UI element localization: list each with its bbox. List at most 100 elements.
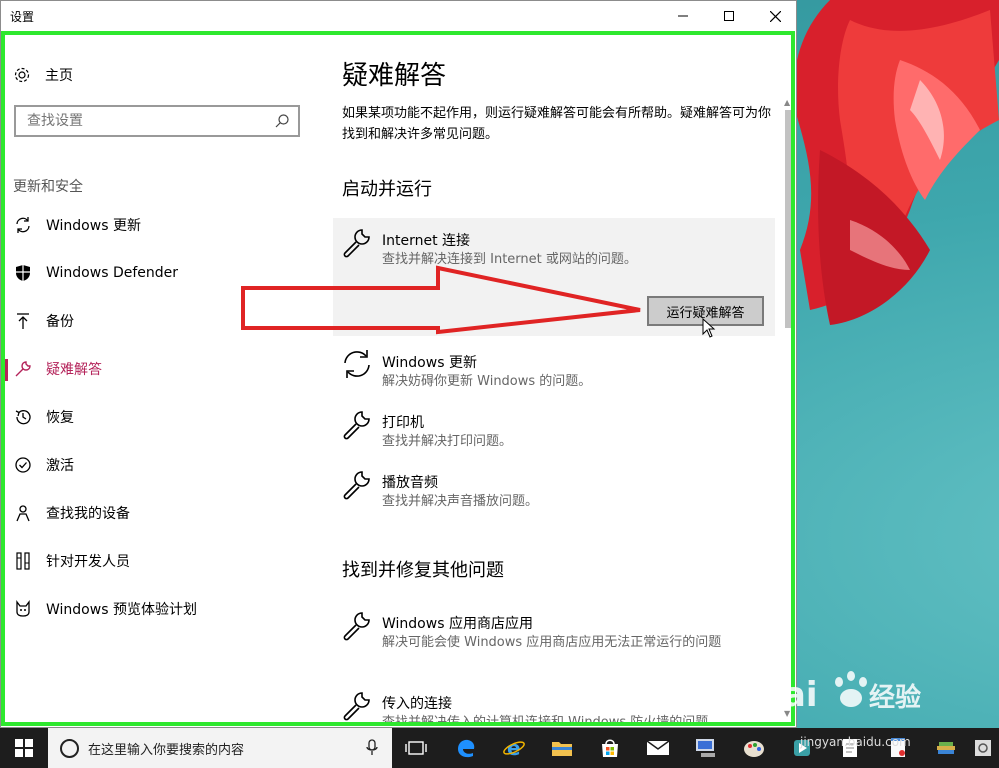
sidebar-item-activation[interactable]: 激活 [1,445,321,485]
check-circle-icon [13,455,33,475]
troubleshooter-desc: 解决可能会使 Windows 应用商店应用无法正常运行的问题 [382,635,722,650]
home-label: 主页 [45,68,73,84]
scroll-up-arrow-icon[interactable]: ▲ [784,98,790,107]
page-description: 如果某项功能不起作用，则运行疑难解答可能会有所帮助。疑难解答可为你找到和解决许多… [342,106,772,142]
sidebar-item-recovery[interactable]: 恢复 [1,397,321,437]
title-bar: 设置 [1,1,796,31]
sidebar-item-label: 查找我的设备 [46,506,130,522]
troubleshooter-store-apps[interactable]: Windows 应用商店应用 解决可能会使 Windows 应用商店应用无法正常… [333,601,775,679]
settings-app-icon [974,740,991,756]
section-title-get-up-and-running: 启动并运行 [342,179,432,200]
sidebar-item-label: 激活 [46,458,74,474]
troubleshooter-name: 播放音频 [382,475,438,491]
taskbar-file-explorer-button[interactable] [538,728,586,768]
taskbar-search-placeholder: 在这里输入你要搜索的内容 [88,742,245,758]
books-icon [937,742,955,754]
paint-palette-icon [744,741,764,757]
task-view-button[interactable] [392,728,440,768]
scrollbar-thumb[interactable] [785,110,791,328]
start-button[interactable] [0,728,48,768]
sidebar-item-label: Windows 预览体验计划 [46,602,197,618]
svg-text:Bai: Bai [757,675,818,715]
wrench-icon [13,359,33,379]
minimize-icon [678,15,688,17]
sidebar-item-label: Windows Defender [46,265,179,281]
taskbar-app-2-button[interactable] [730,728,778,768]
sidebar-item-label: Windows 更新 [46,218,141,234]
flower-wallpaper [793,0,999,325]
taskbar-ie-button[interactable]: e [490,728,538,768]
active-indicator [5,359,8,381]
home-link[interactable]: 主页 [13,65,73,85]
sidebar-item-label: 针对开发人员 [46,554,130,570]
sidebar: 主页 更新和安全 Windows 更新 Windows Defender [1,35,321,725]
history-icon [13,407,33,427]
settings-search-input[interactable] [25,107,269,135]
wrench-icon [343,612,370,641]
sidebar-item-find-my-device[interactable]: 查找我的设备 [1,493,321,533]
taskbar-app-1-button[interactable] [682,728,730,768]
troubleshooter-incoming-connections[interactable]: 传入的连接 查找并解决传入的计算机连接和 Windows 防火墙的问题。 [333,681,775,725]
wrench-icon [343,692,370,721]
cortana-icon [60,738,79,758]
wrench-icon [343,229,370,258]
troubleshooter-printer[interactable]: 打印机 查找并解决打印问题。 [333,400,775,456]
taskbar-edge-button[interactable] [442,728,490,768]
main-content: 疑难解答 如果某项功能不起作用，则运行疑难解答可能会有所帮助。疑难解答可为你找到… [321,35,781,725]
shield-icon [13,263,33,283]
content-scrollbar[interactable]: ▲ ▼ [781,96,795,726]
edge-browser-icon [458,739,475,758]
microphone-icon[interactable] [366,739,378,757]
minimize-button[interactable] [660,1,706,31]
close-icon [769,10,781,22]
taskbar-app-7-button[interactable] [966,728,999,768]
windows-logo-icon [15,739,33,757]
close-button[interactable] [752,1,798,31]
store-bag-icon [602,739,618,757]
troubleshooter-name: Internet 连接 [382,233,471,249]
troubleshooter-playing-audio[interactable]: 播放音频 查找并解决声音播放问题。 [333,460,775,516]
refresh-icon [13,215,33,235]
troubleshooter-desc: 查找并解决打印问题。 [382,434,513,449]
sidebar-item-windows-update[interactable]: Windows 更新 [1,205,321,245]
page-title: 疑难解答 [342,61,447,91]
troubleshooter-desc: 查找并解决传入的计算机连接和 Windows 防火墙的问题。 [382,715,722,725]
sidebar-item-label: 疑难解答 [46,362,102,378]
internet-explorer-icon: e [503,736,525,760]
section-label-update-security: 更新和安全 [13,179,83,195]
upload-arrow-icon [13,311,33,331]
annotation-arrow [241,265,641,335]
window-title: 设置 [10,10,35,24]
search-icon[interactable] [274,113,290,129]
sidebar-item-label: 备份 [46,314,74,330]
refresh-icon [344,350,370,378]
computer-network-icon [696,739,715,757]
taskbar-search-box[interactable]: 在这里输入你要搜索的内容 [48,728,392,768]
watermark-url: jingyan.baidu.com [800,735,911,749]
troubleshooter-name: 打印机 [382,415,424,431]
person-locate-icon [13,503,33,523]
svg-text:e: e [507,736,521,760]
sidebar-item-insider-program[interactable]: Windows 预览体验计划 [1,589,321,629]
task-view-icon [405,741,427,755]
baidu-jingyan-watermark: Bai 经验 [757,671,921,715]
troubleshooter-desc: 查找并解决声音播放问题。 [382,494,539,509]
folder-icon [552,742,572,756]
svg-text:经验: 经验 [869,682,921,713]
section-title-find-and-fix: 找到并修复其他问题 [342,560,504,581]
maximize-button[interactable] [706,1,752,31]
developer-tools-icon [13,551,33,571]
gear-icon [14,67,30,83]
settings-window: 设置 主页 更新和安全 [0,0,797,728]
sidebar-item-label: 恢复 [46,410,74,426]
sidebar-item-troubleshoot[interactable]: 疑难解答 [1,349,321,389]
cat-icon [13,599,33,619]
wrench-icon [343,411,370,440]
taskbar-app-6-button[interactable] [922,728,970,768]
troubleshooter-windows-update[interactable]: Windows 更新 解决妨碍你更新 Windows 的问题。 [333,340,775,396]
taskbar-store-button[interactable] [586,728,634,768]
troubleshooter-desc: 解决妨碍你更新 Windows 的问题。 [382,374,592,389]
taskbar-mail-button[interactable] [634,728,682,768]
settings-search-box[interactable] [14,105,300,137]
sidebar-item-developers[interactable]: 针对开发人员 [1,541,321,581]
